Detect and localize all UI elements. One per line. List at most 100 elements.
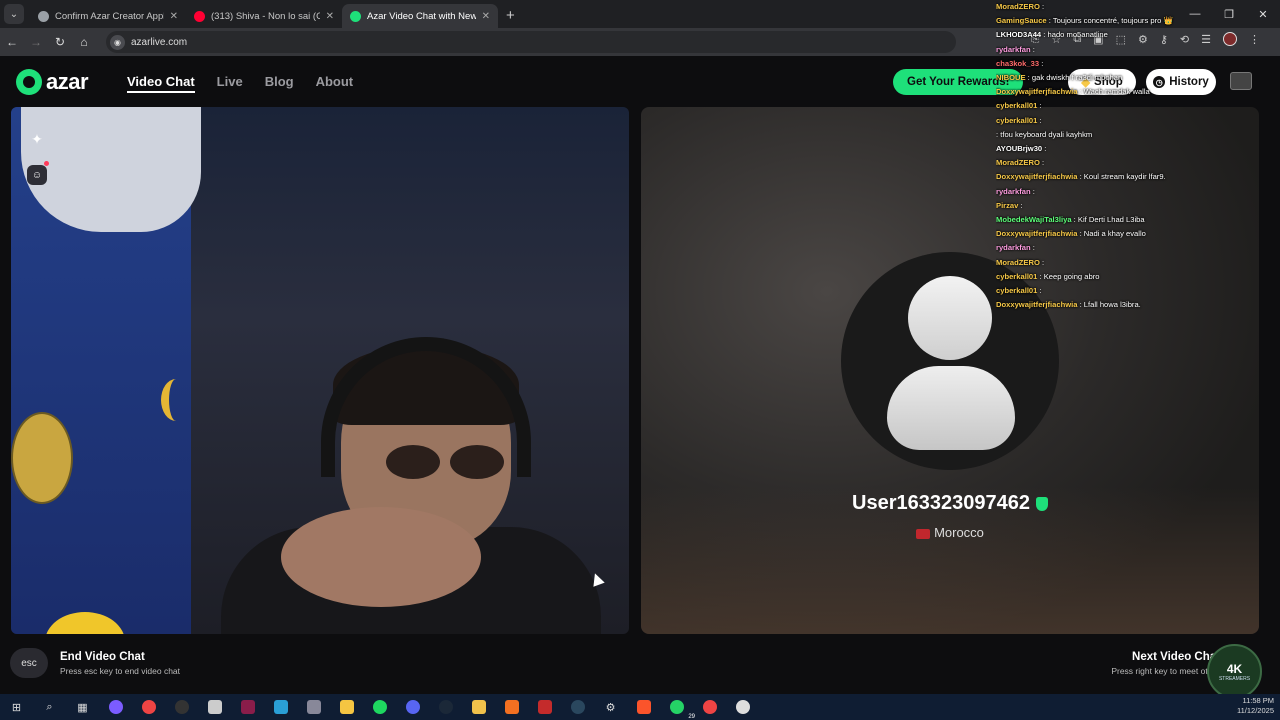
- app-icon[interactable]: [202, 696, 227, 718]
- close-tab-icon[interactable]: ✕: [482, 11, 490, 22]
- azar-logo[interactable]: azar: [16, 69, 89, 95]
- logo-text: azar: [46, 69, 89, 94]
- chat-text: Wach ramdak walla: [1083, 87, 1150, 97]
- 4k-streamers-logo: 4K STREAMERS: [1207, 644, 1262, 699]
- chat-message: LKHOD3A44 : hado mo5anatline: [996, 28, 1276, 42]
- chat-message: cyberkall01 : Keep going abro: [996, 270, 1276, 284]
- chat-username: rydarkfan: [996, 44, 1031, 54]
- chat-text: tfou keyboard dyali kayhkm: [1000, 129, 1093, 139]
- nav-blog[interactable]: Blog: [265, 74, 294, 93]
- home-icon[interactable]: ⌂: [72, 35, 96, 49]
- chat-separator: :: [1037, 286, 1042, 296]
- esc-key-button[interactable]: esc: [10, 648, 48, 678]
- search-icon[interactable]: ⌕: [37, 696, 62, 718]
- chat-message: rydarkfan :: [996, 241, 1276, 255]
- chat-message: : tfou keyboard dyali kayhkm: [996, 128, 1276, 142]
- close-tab-icon[interactable]: ✕: [326, 11, 334, 22]
- app-icon[interactable]: [301, 696, 326, 718]
- chat-message: MoradZERO :: [996, 156, 1276, 170]
- app-icon[interactable]: [532, 696, 557, 718]
- chat-message: cyberkall01 :: [996, 99, 1276, 113]
- site-info-icon[interactable]: ◉: [110, 34, 125, 50]
- file-explorer-icon[interactable]: [334, 696, 359, 718]
- chat-message: rydarkfan :: [996, 43, 1276, 57]
- chat-username: cha3kok_33: [996, 58, 1040, 68]
- url-bar[interactable]: ◉ azarlive.com: [106, 31, 956, 53]
- next-chat-hint[interactable]: Next Video Chat Press right key to meet …: [1111, 651, 1220, 676]
- chat-text: Kif Derti Lhad L3iba: [1077, 215, 1145, 225]
- wall-clock: [11, 412, 73, 504]
- tab-favicon-icon: [194, 10, 205, 22]
- chat-separator: :: [1030, 186, 1035, 196]
- steam-icon[interactable]: [433, 696, 458, 718]
- app-icon[interactable]: [499, 696, 524, 718]
- nav-live[interactable]: Live: [217, 74, 243, 93]
- chat-username: LKHOD3A44: [996, 30, 1042, 40]
- tab-title: Azar Video Chat with New Friend: [367, 10, 476, 22]
- chat-message: Doxxywajitferjfiachwia : Nadi a khay eva…: [996, 227, 1276, 241]
- brave-icon[interactable]: [631, 696, 656, 718]
- chrome-icon[interactable]: [697, 696, 722, 718]
- chat-username: GamingSauce: [996, 16, 1047, 26]
- windows-start-icon[interactable]: ⊞: [4, 696, 29, 718]
- next-chat-title: Next Video Chat: [1132, 651, 1220, 663]
- browser-tab-3[interactable]: Azar Video Chat with New Friend ✕: [342, 4, 498, 28]
- effects-sparkle-icon[interactable]: ✦: [25, 131, 49, 151]
- chat-username: Doxxywajitferjfiachwia: [996, 229, 1078, 239]
- chat-message: AYOUBrjw30 :: [996, 142, 1276, 156]
- app-icon[interactable]: [235, 696, 260, 718]
- obs-icon[interactable]: [169, 696, 194, 718]
- task-view-icon[interactable]: ▦: [70, 696, 95, 718]
- chat-separator: :: [1039, 257, 1045, 267]
- date-text: 11/12/2025: [1237, 706, 1274, 715]
- cortana-icon[interactable]: [103, 696, 128, 718]
- back-icon[interactable]: ←: [0, 35, 24, 49]
- reload-icon[interactable]: ↻: [48, 35, 72, 49]
- chat-username: cyberkall01: [996, 101, 1038, 111]
- chat-separator: :: [1037, 115, 1042, 125]
- app-icon[interactable]: [400, 696, 425, 718]
- whatsapp-badge: 29: [688, 714, 695, 720]
- nav-about[interactable]: About: [316, 74, 354, 93]
- chat-text: Koul stream kaydir lfar9.: [1083, 172, 1166, 182]
- steam-icon[interactable]: [565, 696, 590, 718]
- chat-text: hado mo5anatline: [1047, 30, 1108, 40]
- chat-username: cyberkall01: [996, 115, 1038, 125]
- app-icon[interactable]: [268, 696, 293, 718]
- close-tab-icon[interactable]: ✕: [170, 11, 178, 22]
- app-icon[interactable]: [730, 696, 755, 718]
- end-chat-title: End Video Chat: [60, 650, 145, 663]
- nav-video-chat[interactable]: Video Chat: [127, 74, 195, 93]
- chat-text: Lfall howa l3ibra.: [1083, 300, 1141, 310]
- system-clock[interactable]: 11:58 PM 11/12/2025: [1237, 696, 1274, 716]
- moon-decoration: [161, 379, 191, 421]
- whatsapp-icon[interactable]: 29: [664, 696, 695, 720]
- browser-tab-1[interactable]: Confirm Azar Creator Applicatio ✕: [30, 4, 186, 28]
- chat-separator: :: [1042, 144, 1047, 154]
- next-chat-subtitle: Press right key to meet other: [1111, 666, 1220, 676]
- chat-username: MoradZERO: [996, 257, 1040, 267]
- chat-message: NIBOUE : gak dwiskh f ra3di mbohan: [996, 71, 1276, 85]
- chat-message: cha3kok_33 :: [996, 57, 1276, 71]
- time-text: 11:58 PM: [1242, 696, 1274, 705]
- end-chat-hint[interactable]: esc End Video Chat Press esc key to end …: [10, 648, 180, 678]
- country-text: Morocco: [934, 525, 984, 540]
- username-text: User163323097462: [852, 492, 1030, 514]
- chat-username: Doxxywajitferjfiachwia: [996, 87, 1078, 97]
- morocco-flag-icon: [916, 528, 931, 539]
- forward-icon[interactable]: →: [24, 35, 48, 49]
- settings-icon[interactable]: ⚙: [598, 696, 623, 718]
- folder-icon[interactable]: [466, 696, 491, 718]
- new-tab-button[interactable]: +: [506, 7, 515, 24]
- spotify-icon[interactable]: [367, 696, 392, 718]
- chat-message: MoradZERO :: [996, 0, 1276, 14]
- partner-username: User163323097462: [641, 492, 1259, 515]
- browser-tab-2[interactable]: (313) Shiva - Non lo sai (Officia ✕: [186, 4, 342, 28]
- chrome-icon[interactable]: [136, 696, 161, 718]
- chat-username: NIBOUE: [996, 73, 1026, 83]
- sticker-icon[interactable]: ☺: [27, 165, 47, 185]
- end-chat-subtitle: Press esc key to end video chat: [60, 665, 181, 676]
- chat-username: rydarkfan: [996, 186, 1031, 196]
- tab-search-icon[interactable]: ⌄: [4, 4, 24, 24]
- chat-message: rydarkfan :: [996, 185, 1276, 199]
